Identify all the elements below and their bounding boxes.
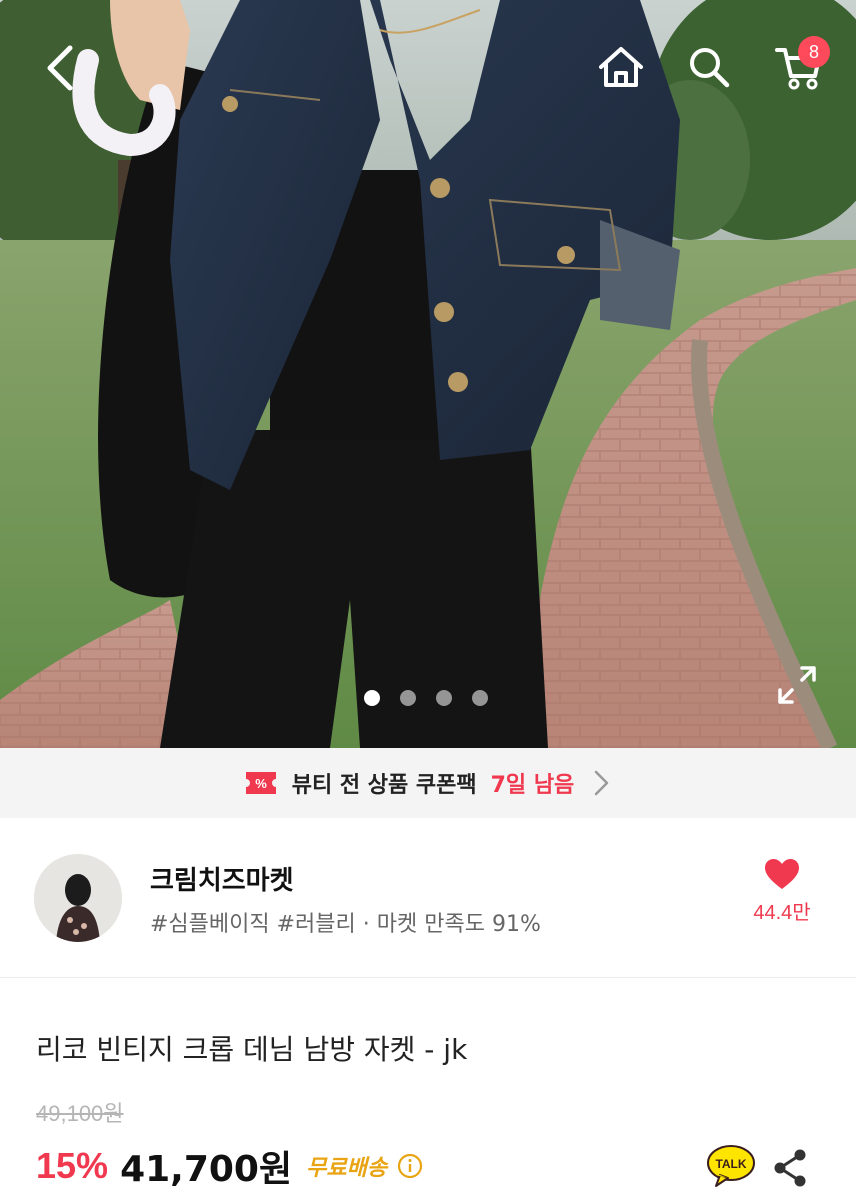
carousel-dot[interactable] bbox=[364, 690, 380, 706]
home-icon bbox=[599, 47, 643, 87]
expand-icon bbox=[778, 666, 816, 704]
shop-avatar-image bbox=[34, 854, 122, 942]
search-button[interactable] bbox=[680, 38, 738, 96]
shop-name[interactable]: 크림치즈마켓 bbox=[150, 860, 294, 897]
search-icon bbox=[690, 48, 730, 88]
carousel-dot[interactable] bbox=[436, 690, 452, 706]
carousel-indicator bbox=[364, 690, 488, 706]
share-button[interactable] bbox=[772, 1148, 808, 1188]
chevron-left-icon bbox=[47, 45, 73, 91]
coupon-banner-text: 뷰티 전 상품 쿠폰팩 bbox=[291, 773, 477, 798]
kakao-talk-button[interactable]: TALK bbox=[706, 1144, 756, 1188]
home-button[interactable] bbox=[592, 38, 650, 96]
sale-price: 41,700원 bbox=[120, 1149, 293, 1190]
share-icon bbox=[774, 1149, 806, 1187]
kakao-talk-icon: TALK bbox=[707, 1145, 755, 1187]
product-title: 리코 빈티지 크롭 데님 남방 자켓 - jk bbox=[36, 1033, 468, 1066]
original-price: 49,100원 bbox=[36, 1101, 124, 1126]
product-image-carousel[interactable]: 8 bbox=[0, 0, 856, 748]
shop-avatar[interactable] bbox=[34, 854, 122, 942]
coupon-banner[interactable]: % 뷰티 전 상품 쿠폰팩 7일 남음 bbox=[0, 748, 856, 818]
info-icon[interactable] bbox=[397, 1153, 423, 1179]
like-count: 44.4만 bbox=[753, 902, 811, 924]
heart-icon bbox=[765, 859, 799, 889]
shop-info[interactable]: 크림치즈마켓 #심플베이직 #러블리 · 마켓 만족도 91% 44.4만 bbox=[0, 818, 856, 978]
carousel-dot[interactable] bbox=[472, 690, 488, 706]
product-photo bbox=[0, 0, 856, 748]
coupon-icon: % bbox=[245, 772, 276, 794]
fullscreen-button[interactable] bbox=[776, 664, 818, 706]
discount-rate: 15% bbox=[36, 1145, 109, 1186]
free-shipping-label: 무료배송 bbox=[306, 1156, 388, 1181]
carousel-dot[interactable] bbox=[400, 690, 416, 706]
svg-text:%: % bbox=[255, 776, 267, 791]
chevron-right-icon bbox=[595, 770, 609, 796]
shop-tags: #심플베이직 #러블리 · 마켓 만족도 91% bbox=[150, 912, 541, 937]
svg-text:TALK: TALK bbox=[715, 1157, 746, 1171]
like-button[interactable]: 44.4만 bbox=[742, 858, 822, 938]
back-button[interactable] bbox=[32, 40, 88, 96]
coupon-days-left: 7일 남음 bbox=[490, 773, 575, 798]
cart-count-badge: 8 bbox=[798, 36, 830, 68]
price-row: 15% 41,700원 무료배송 bbox=[36, 1140, 423, 1192]
